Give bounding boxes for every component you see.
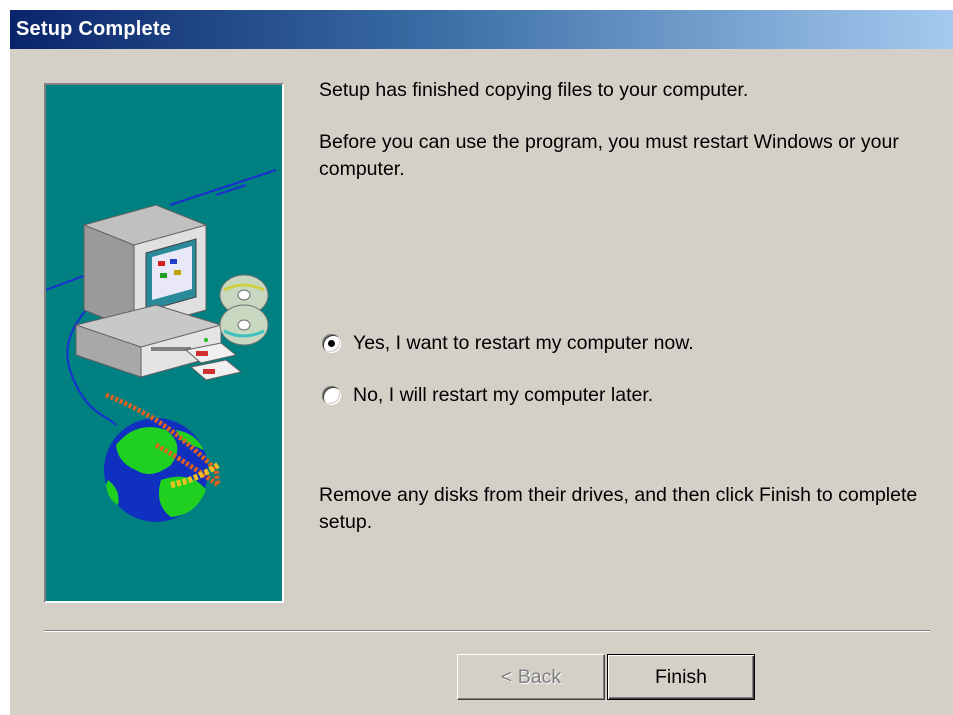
- button-separator: [44, 630, 930, 632]
- remove-disks-instruction: Remove any disks from their drives, and …: [319, 484, 918, 533]
- setup-illustration: [44, 83, 284, 603]
- cd-icon: [219, 274, 269, 346]
- back-button[interactable]: < Back: [457, 654, 605, 700]
- window-title: Setup Complete: [16, 18, 172, 40]
- title-bar[interactable]: Setup Complete: [10, 10, 953, 49]
- radio-selected-dot: [328, 340, 335, 347]
- status-message: Setup has finished copying files to your…: [319, 79, 749, 101]
- setup-dialog: Setup Complete Setup has finished copyin…: [9, 9, 953, 715]
- restart-now-label[interactable]: Yes, I want to restart my computer now.: [353, 332, 694, 355]
- globe-icon: [104, 392, 222, 522]
- restart-later-label[interactable]: No, I will restart my computer later.: [353, 384, 653, 407]
- restart-later-option[interactable]: No, I will restart my computer later.: [322, 384, 653, 407]
- restart-now-radio[interactable]: [322, 334, 341, 353]
- restart-now-option[interactable]: Yes, I want to restart my computer now.: [322, 332, 694, 355]
- finish-button[interactable]: Finish: [607, 654, 755, 700]
- restart-notice: Before you can use the program, you must…: [319, 131, 899, 180]
- restart-later-radio[interactable]: [322, 386, 341, 405]
